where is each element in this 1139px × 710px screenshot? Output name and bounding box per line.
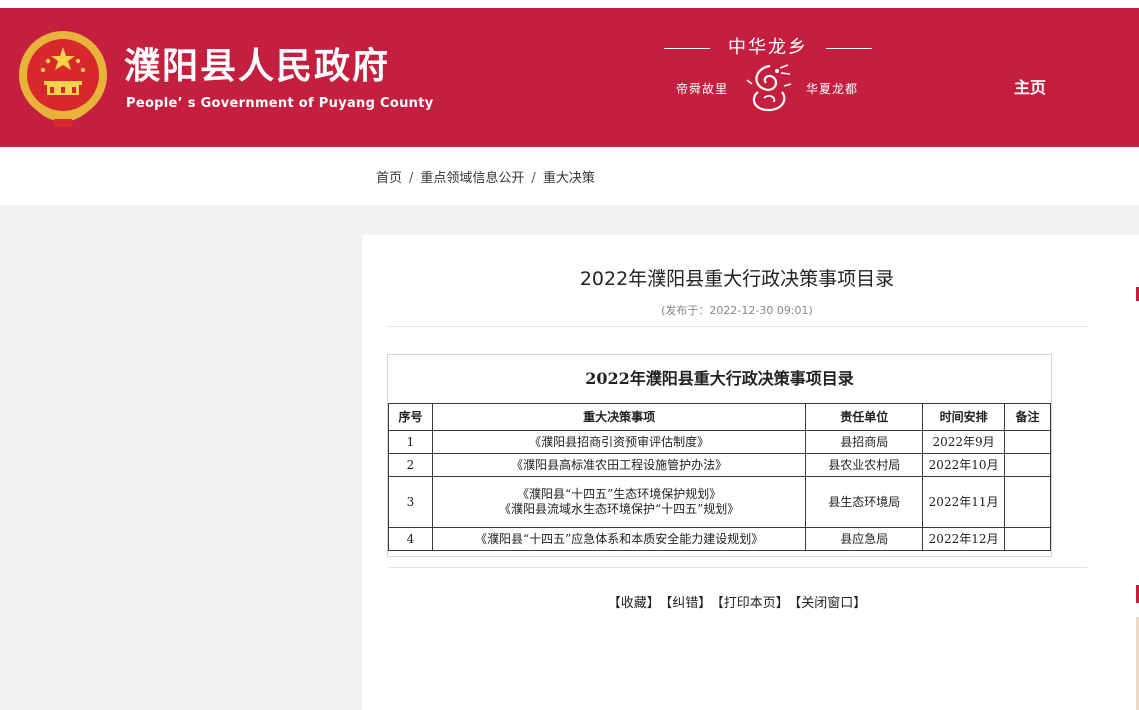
item-line: 《濮阳县流域水生态环境保护“十四五”规划》: [498, 502, 740, 516]
cell-item: 《濮阳县招商引资预审评估制度》: [431, 430, 807, 454]
national-emblem-icon: [19, 31, 107, 127]
col-header-item: 重大决策事项: [431, 403, 807, 431]
cell-unit: 县招商局: [805, 430, 924, 454]
table-row: 1 《濮阳县招商引资预审评估制度》 县招商局 2022年9月: [388, 430, 1051, 454]
cell-note: [1004, 430, 1051, 454]
cell-item: 《濮阳县高标准农田工程设施管护办法》: [431, 453, 807, 477]
dragon-logo-icon: [746, 64, 792, 112]
article-panel: 2022年濮阳县重大行政决策事项目录 (发布于：2022-12-30 09:01…: [362, 235, 1139, 710]
cell-time: 2022年12月: [922, 527, 1006, 551]
breadcrumb-bar: 首页 / 重点领域信息公开 / 重大决策: [0, 147, 1139, 205]
cell-time: 2022年11月: [922, 476, 1006, 528]
item-line: 《濮阳县高标准农田工程设施管护办法》: [511, 457, 728, 472]
cell-unit: 县生态环境局: [805, 476, 924, 528]
cell-note: [1004, 527, 1051, 551]
slogan-left: 帝舜故里: [676, 82, 729, 96]
cell-note: [1004, 453, 1051, 477]
nav-home-link[interactable]: 主页: [1014, 74, 1046, 98]
table-caption: 2022年濮阳县重大行政决策事项目录: [585, 369, 854, 388]
item-line: 《濮阳县招商引资预审评估制度》: [529, 434, 710, 449]
cell-no: 2: [388, 453, 433, 477]
cell-note: [1004, 476, 1051, 528]
breadcrumb-home[interactable]: 首页: [376, 171, 402, 186]
cell-no: 3: [388, 476, 433, 528]
col-header-time: 时间安排: [922, 403, 1006, 431]
site-title: 濮阳县人民政府: [124, 46, 391, 87]
cell-unit: 县农业农村局: [805, 453, 924, 477]
breadcrumb-separator: /: [409, 171, 414, 186]
table-row: 3 《濮阳县“十四五”生态环境保护规划》 《濮阳县流域水生态环境保护“十四五”规…: [388, 476, 1051, 528]
breadcrumb-major-decisions[interactable]: 重大决策: [543, 171, 595, 186]
item-line: 《濮阳县“十四五”应急体系和本质安全能力建设规划》: [474, 531, 764, 546]
cell-unit: 县应急局: [805, 527, 924, 551]
table-row: 4 《濮阳县“十四五”应急体系和本质安全能力建设规划》 县应急局 2022年12…: [388, 527, 1051, 551]
site-subtitle: People’ s Government of Puyang County: [126, 96, 434, 111]
slogan-right: 华夏龙都: [806, 82, 859, 96]
cell-time: 2022年10月: [922, 453, 1006, 477]
cell-item: 《濮阳县“十四五”生态环境保护规划》 《濮阳县流域水生态环境保护“十四五”规划》: [431, 476, 807, 528]
col-header-unit: 责任单位: [805, 403, 924, 431]
breadcrumb: 首页 / 重点领域信息公开 / 重大决策: [376, 167, 595, 186]
content-divider: [387, 567, 1087, 568]
close-window-button[interactable]: 【关闭窗口】: [795, 596, 867, 611]
cell-no: 4: [388, 527, 433, 551]
site-header: 濮阳县人民政府 People’ s Government of Puyang C…: [0, 0, 1139, 147]
table-row: 2 《濮阳县高标准农田工程设施管护办法》 县农业农村局 2022年10月: [388, 453, 1051, 477]
cell-time: 2022年9月: [922, 430, 1006, 454]
breadcrumb-key-info[interactable]: 重点领域信息公开: [420, 171, 524, 186]
report-error-button[interactable]: 【纠错】: [666, 596, 712, 611]
decision-table: 序号 重大决策事项 责任单位 时间安排 备注 1 《濮阳县招商引资预审评估制度》…: [388, 403, 1051, 551]
title-divider: [387, 326, 1087, 327]
slogan-main: 中华龙乡: [664, 36, 872, 60]
publish-date: (发布于：2022-12-30 09:01): [661, 304, 813, 317]
cell-item: 《濮阳县“十四五”应急体系和本质安全能力建设规划》: [431, 527, 807, 551]
col-header-no: 序号: [388, 403, 433, 431]
table-header-row: 序号 重大决策事项 责任单位 时间安排 备注: [388, 403, 1051, 431]
item-line: 《濮阳县“十四五”生态环境保护规划》: [516, 487, 722, 501]
article-title: 2022年濮阳县重大行政决策事项目录: [579, 268, 895, 290]
cell-no: 1: [388, 430, 433, 454]
favorite-button[interactable]: 【收藏】: [608, 596, 660, 611]
col-header-note: 备注: [1004, 403, 1051, 431]
breadcrumb-separator: /: [531, 171, 536, 186]
print-button[interactable]: 【打印本页】: [717, 596, 789, 611]
article-actions: 【收藏】 【纠错】 【打印本页】 【关闭窗口】: [362, 592, 1112, 611]
decision-table-image: 2022年濮阳县重大行政决策事项目录 序号 重大决策事项 责任单位 时间安排 备…: [387, 354, 1052, 557]
